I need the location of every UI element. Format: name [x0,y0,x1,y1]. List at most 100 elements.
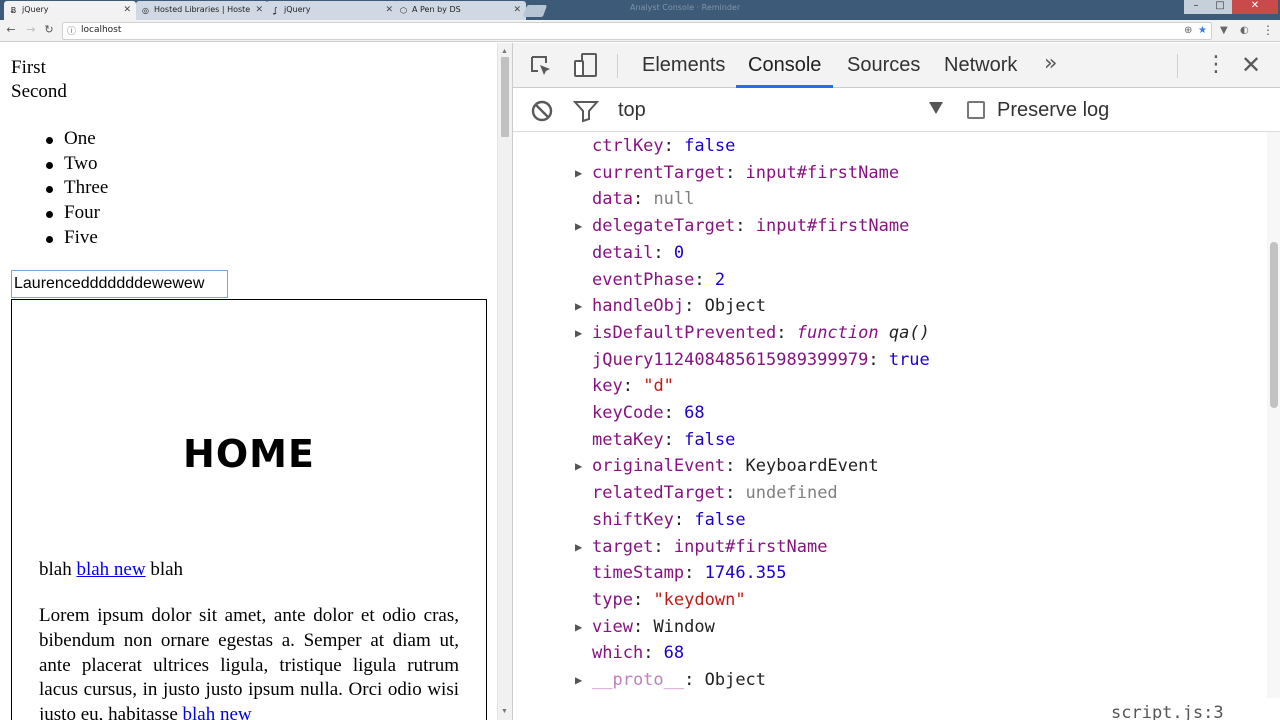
more-tabs-icon[interactable]: » [1044,51,1057,76]
console-scroll-thumb[interactable] [1270,242,1278,408]
property-line: target: input#firstName [592,534,827,561]
page-scrollbar[interactable]: ▲ ▼ [497,43,512,720]
expand-arrow-icon[interactable]: ▶ [575,534,582,561]
info-icon[interactable]: ⓘ [67,24,76,37]
browser-menu-icon[interactable]: ⋮ [1262,22,1274,38]
first-name-input[interactable]: Laurencedddddddewewew [11,270,228,298]
property-line: ctrlKey: false [592,133,735,160]
expand-arrow-icon[interactable]: ▶ [575,614,582,641]
filter-icon[interactable] [573,99,599,123]
console-scrollbar[interactable] [1267,132,1280,698]
property-separator: : [725,483,746,504]
text-first: First [11,57,46,78]
property-line: type: "keydown" [592,587,746,614]
property-key: handleObj [592,296,685,317]
property-value: KeyboardEvent [745,456,879,477]
maximize-button[interactable]: □ [1208,0,1232,14]
property-separator: : [663,136,685,156]
inspect-element-icon[interactable] [529,54,553,78]
new-tab-button[interactable] [522,5,548,17]
property-value: "d" [643,376,674,397]
devtools-menu-icon[interactable]: ⋮ [1205,52,1227,78]
zoom-icon[interactable]: ⊕ [1184,23,1192,39]
tab-console[interactable]: Console [736,43,834,88]
browser-tab-title: jQuery [22,5,49,14]
property-value: false [694,509,746,530]
close-icon[interactable]: ✕ [123,1,131,19]
browser-toolbar: ← → ↻ ⓘ localhost ⊕ ★ ▼ ◐ ⋮ [0,20,1280,42]
address-bar[interactable]: ⓘ localhost ⊕ ★ [62,22,1212,40]
property-value: false [684,136,736,156]
close-icon[interactable]: ✕ [255,1,263,19]
forward-arrow-icon[interactable]: → [24,22,38,38]
browser-tab-hosted-libraries[interactable]: ◎ Hosted Libraries | Hoste ✕ [136,1,268,20]
property-value: "keydown" [653,589,746,610]
browser-tab-jquery-1[interactable]: Ƀ jQuery ✕ [4,1,136,20]
scroll-up-icon[interactable]: ▲ [501,47,508,55]
property-line: view: Window [592,614,715,641]
expand-arrow-icon[interactable]: ▶ [575,293,582,320]
device-toolbar-icon[interactable] [573,52,599,78]
property-separator: : [643,643,664,664]
property-line: data: null [592,186,694,213]
property-key: eventPhase [592,269,695,290]
browser-tab-strip: Ƀ jQuery ✕ ◎ Hosted Libraries | Hoste ✕ … [0,0,1280,20]
console-output: ctrlKey: false ▶ currentTarget: input#firs… [513,132,1267,698]
property-key: metaKey [592,429,664,450]
property-separator: : [663,403,685,423]
lorem-blah-new-link[interactable]: blah new [183,704,252,720]
scroll-down-icon[interactable]: ▼ [501,707,508,715]
extension-icon[interactable]: ▼ [1220,23,1228,39]
expand-arrow-icon[interactable]: ▶ [575,160,582,187]
wordpress-icon: Ƀ [10,6,17,15]
close-icon[interactable]: ✕ [513,1,521,19]
extension-shield-icon[interactable]: ◐ [1240,23,1249,39]
property-value: 68 [663,643,685,664]
expand-arrow-icon[interactable]: ▶ [575,320,582,347]
preserve-log-checkbox[interactable] [967,101,985,119]
window-title: Analyst Console · Reminder [630,3,741,12]
devtools-tab-bar: Elements Console Sources Network » ⋮ ✕ [513,43,1280,88]
close-devtools-icon[interactable]: ✕ [1241,51,1261,79]
expand-arrow-icon[interactable]: ▶ [575,453,582,480]
toolbar-divider [1177,54,1178,78]
property-key: currentTarget [592,162,726,183]
browser-tab-title: Hosted Libraries | Hoste [154,5,251,14]
property-key: view [592,616,633,637]
back-arrow-icon[interactable]: ← [4,22,18,38]
chevron-down-icon[interactable] [929,102,943,114]
property-line: originalEvent: KeyboardEvent [592,453,879,480]
reload-icon[interactable]: ↻ [42,22,56,38]
minimize-button[interactable]: – [1184,0,1208,14]
blah-new-link[interactable]: blah new [76,559,145,580]
tab-network[interactable]: Network [944,43,1017,88]
window-close-button[interactable]: ✕ [1232,0,1278,14]
tab-elements[interactable]: Elements [642,43,725,88]
page-scroll-thumb[interactable] [501,57,509,137]
list-item: Four [45,201,108,226]
property-value: 1746.355 [704,563,787,584]
execution-context-select[interactable]: top [618,88,646,132]
property-key: data [592,189,633,210]
close-icon[interactable]: ✕ [385,1,393,19]
property-line: metaKey: false [592,427,735,454]
browser-tab-jquery-2[interactable]: ʆ jQuery ✕ [266,1,398,20]
list-item: One [45,127,108,152]
property-line: jQuery112408485615989399979: true [592,347,930,374]
property-separator: : [684,670,705,690]
expand-arrow-icon[interactable]: ▶ [575,213,582,240]
property-value: Object [704,670,767,690]
text-second: Second [11,81,67,102]
source-link[interactable]: script.js:3 [1111,703,1224,720]
tab-sources[interactable]: Sources [847,43,920,88]
browser-tab-codepen[interactable]: ⬡ A Pen by DS ✕ [394,1,526,20]
list-item: Two [45,152,108,177]
clear-console-icon[interactable] [530,99,554,123]
property-line: isDefaultPrevented: function qa() [592,320,930,347]
property-value: 68 [684,403,705,423]
property-key: __proto__ [592,670,685,690]
property-key: jQuery112408485615989399979 [592,349,869,370]
bookmark-star-icon[interactable]: ★ [1198,23,1207,39]
property-line: currentTarget: input#firstName [592,160,899,187]
expand-arrow-icon[interactable]: ▶ [575,667,582,694]
